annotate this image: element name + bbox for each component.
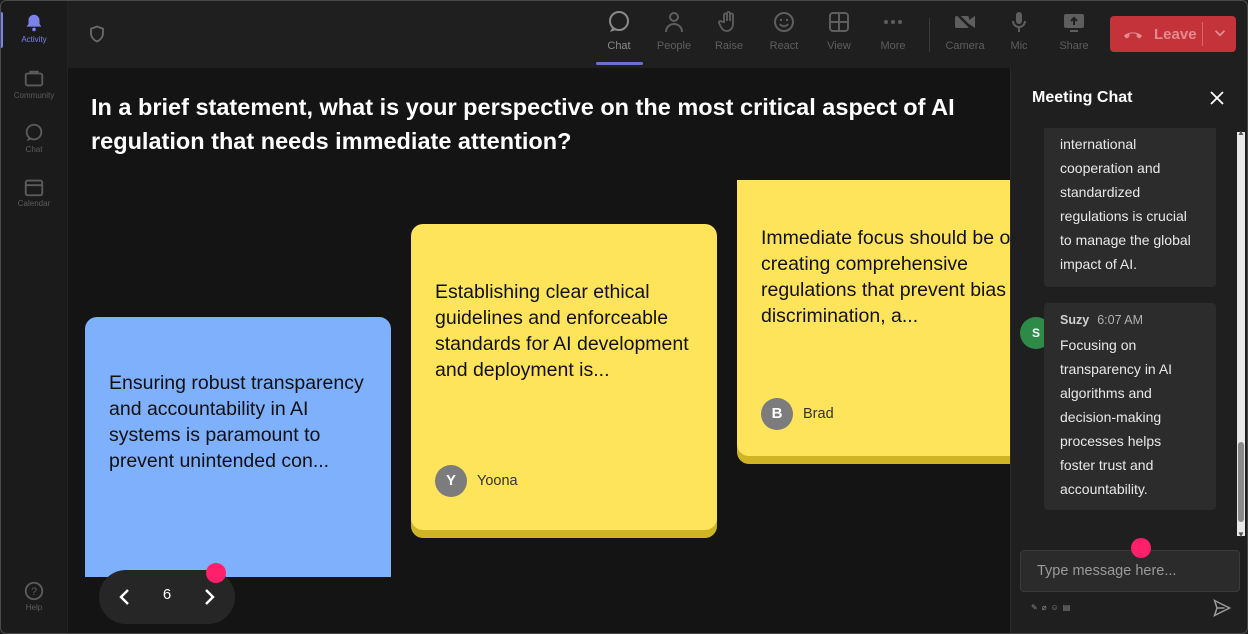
chat-message: Suzy 6:07 AM Focusing on transparency in …: [1044, 303, 1216, 510]
mic-button-label: Mic: [1010, 40, 1028, 52]
chevron-right-icon[interactable]: [197, 585, 221, 609]
rail-item-label: Chat: [25, 145, 43, 154]
rail-item-community[interactable]: Community: [0, 60, 68, 112]
scroll-up-arrow-icon[interactable]: ▲: [1237, 128, 1245, 137]
more-button[interactable]: More: [867, 10, 919, 60]
bell-icon: [26, 14, 42, 32]
more-dots-icon: [884, 20, 902, 24]
rail-item-calendar[interactable]: Calendar: [0, 168, 68, 220]
share-button[interactable]: Share: [1048, 10, 1100, 60]
sticky-note-text: Establishing clear ethical guidelines an…: [435, 281, 689, 381]
chat-timestamp: 6:07 AM: [1097, 313, 1144, 327]
sticky-note-text: Ensuring robust transparency and account…: [109, 372, 364, 472]
message-input-box: [1020, 550, 1240, 592]
scroll-down-arrow-icon[interactable]: ▼: [1237, 530, 1245, 539]
gif-icon[interactable]: ▤: [1063, 603, 1071, 612]
cursor-indicator-dot: [1131, 538, 1151, 558]
note-author: Y Yoona: [435, 465, 518, 497]
people-button-label: People: [656, 40, 692, 52]
view-button-label: View: [827, 40, 851, 52]
rail-item-label: Calendar: [17, 199, 51, 208]
format-toolbar: ✎ ⌀ ☺ ▤: [1031, 603, 1070, 612]
raise-button-label: Raise: [714, 40, 744, 52]
smiley-icon: [774, 12, 794, 32]
chevron-down-icon[interactable]: [1211, 24, 1229, 42]
calendar-icon: [24, 179, 44, 197]
sticky-note[interactable]: Immediate focus should be on creating co…: [737, 180, 1010, 456]
brainstorm-stage: In a brief statement, what is your persp…: [68, 68, 1010, 634]
svg-text:?: ?: [31, 586, 37, 598]
chat-message-text: Focusing on transparency in AI algorithm…: [1060, 337, 1173, 497]
chat-icon: [609, 11, 629, 32]
rail-item-label: Community: [13, 91, 55, 100]
rail-item-label: Activity: [21, 35, 47, 44]
attach-icon[interactable]: ⌀: [1042, 603, 1047, 612]
share-button-label: Share: [1059, 40, 1089, 52]
shield-icon[interactable]: [88, 24, 106, 44]
sticky-note[interactable]: Ensuring robust transparency and account…: [85, 317, 391, 577]
note-author: B Brad: [761, 398, 834, 430]
view-button[interactable]: View: [813, 10, 865, 60]
chat-button-label: Chat: [607, 40, 631, 52]
rail-item-help[interactable]: ? Help: [0, 572, 68, 624]
chat-message-meta: Suzy 6:07 AM: [1060, 311, 1200, 329]
author-name: Yoona: [477, 473, 518, 489]
mic-button[interactable]: Mic: [993, 10, 1045, 60]
app-rail: Activity Community Chat Calendar ? Help: [0, 0, 68, 634]
chat-message-list[interactable]: international cooperation and standardiz…: [1011, 128, 1248, 542]
chat-icon: [25, 123, 43, 142]
avatar: Y: [435, 465, 467, 497]
meeting-chat-panel: Meeting Chat international cooperation a…: [1010, 68, 1248, 634]
sticky-note-text-content: Immediate focus should be on creating co…: [761, 227, 1010, 327]
avatar: B: [761, 398, 793, 430]
active-tab-indicator: [596, 62, 643, 65]
chat-panel-title: Meeting Chat: [1032, 89, 1133, 106]
chat-message-text: international cooperation and standardiz…: [1060, 136, 1191, 272]
message-input[interactable]: [1021, 551, 1239, 591]
camera-off-icon: [955, 12, 975, 32]
page-number: 6: [162, 586, 172, 603]
help-icon: ?: [24, 581, 44, 601]
send-icon[interactable]: [1212, 598, 1232, 618]
grid-view-icon: [829, 12, 849, 32]
people-button[interactable]: People: [648, 10, 700, 60]
toolbar-divider: [929, 18, 930, 52]
microphone-icon: [1012, 12, 1026, 32]
cursor-indicator-dot: [206, 563, 226, 583]
question-title: In a brief statement, what is your persp…: [91, 94, 955, 154]
chat-sender-name: Suzy: [1060, 313, 1090, 327]
format-text-icon[interactable]: ✎: [1031, 603, 1038, 612]
sticky-note[interactable]: Establishing clear ethical guidelines an…: [411, 224, 717, 530]
close-icon[interactable]: [1209, 90, 1225, 106]
chat-button[interactable]: Chat: [593, 10, 645, 60]
leave-button[interactable]: Leave: [1110, 16, 1236, 52]
camera-button[interactable]: Camera: [939, 10, 991, 60]
react-button[interactable]: React: [758, 10, 810, 60]
meeting-toolbar: Chat People Raise React View More Camera…: [68, 0, 1248, 68]
leave-divider: [1202, 22, 1203, 46]
rail-item-label: Help: [25, 603, 43, 612]
leave-button-label: Leave: [1154, 25, 1197, 43]
share-screen-icon: [1064, 14, 1084, 32]
people-icon: [665, 12, 683, 33]
emoji-icon[interactable]: ☺: [1051, 603, 1059, 612]
community-icon: [24, 70, 44, 87]
camera-button-label: Camera: [945, 40, 985, 52]
more-button-label: More: [880, 40, 906, 52]
react-button-label: React: [769, 40, 799, 52]
raise-hand-button[interactable]: Raise: [703, 10, 755, 60]
author-name: Brad: [803, 406, 834, 422]
chevron-left-icon[interactable]: [113, 585, 137, 609]
scrollbar-thumb[interactable]: [1238, 442, 1244, 522]
rail-item-chat[interactable]: Chat: [0, 114, 68, 166]
raise-hand-icon: [718, 11, 734, 32]
chat-message: international cooperation and standardiz…: [1044, 128, 1216, 287]
hang-up-icon: [1123, 32, 1143, 39]
sticky-note-text: Immediate focus should be on creating co…: [761, 225, 1010, 329]
rail-item-activity[interactable]: Activity: [0, 4, 68, 56]
